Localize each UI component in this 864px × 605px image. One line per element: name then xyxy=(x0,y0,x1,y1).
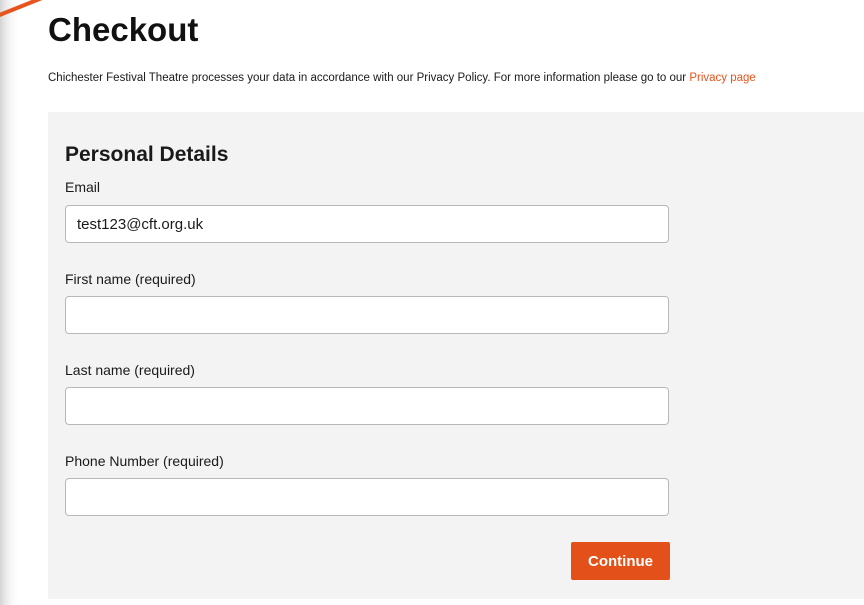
personal-details-form: Personal Details Email First name (requi… xyxy=(48,112,864,599)
continue-button[interactable]: Continue xyxy=(571,542,670,580)
page-shadow-edge xyxy=(0,0,18,605)
email-label: Email xyxy=(65,179,101,195)
privacy-notice-text: Chichester Festival Theatre processes yo… xyxy=(48,72,690,84)
phone-number-field[interactable] xyxy=(65,478,669,516)
phone-number-label: Phone Number (required) xyxy=(65,453,224,469)
privacy-page-link[interactable]: Privacy page xyxy=(689,72,755,84)
last-name-label: Last name (required) xyxy=(65,362,195,378)
page-title: Checkout xyxy=(48,11,199,48)
privacy-notice: Chichester Festival Theatre processes yo… xyxy=(48,70,864,86)
page: Checkout Chichester Festival Theatre pro… xyxy=(0,0,864,605)
email-field[interactable] xyxy=(65,205,669,243)
first-name-label: First name (required) xyxy=(65,271,196,287)
annotation-mark xyxy=(0,0,52,20)
checkout-content: Checkout Chichester Festival Theatre pro… xyxy=(48,0,864,605)
section-title: Personal Details xyxy=(65,143,229,166)
last-name-field[interactable] xyxy=(65,387,669,425)
first-name-field[interactable] xyxy=(65,296,669,334)
